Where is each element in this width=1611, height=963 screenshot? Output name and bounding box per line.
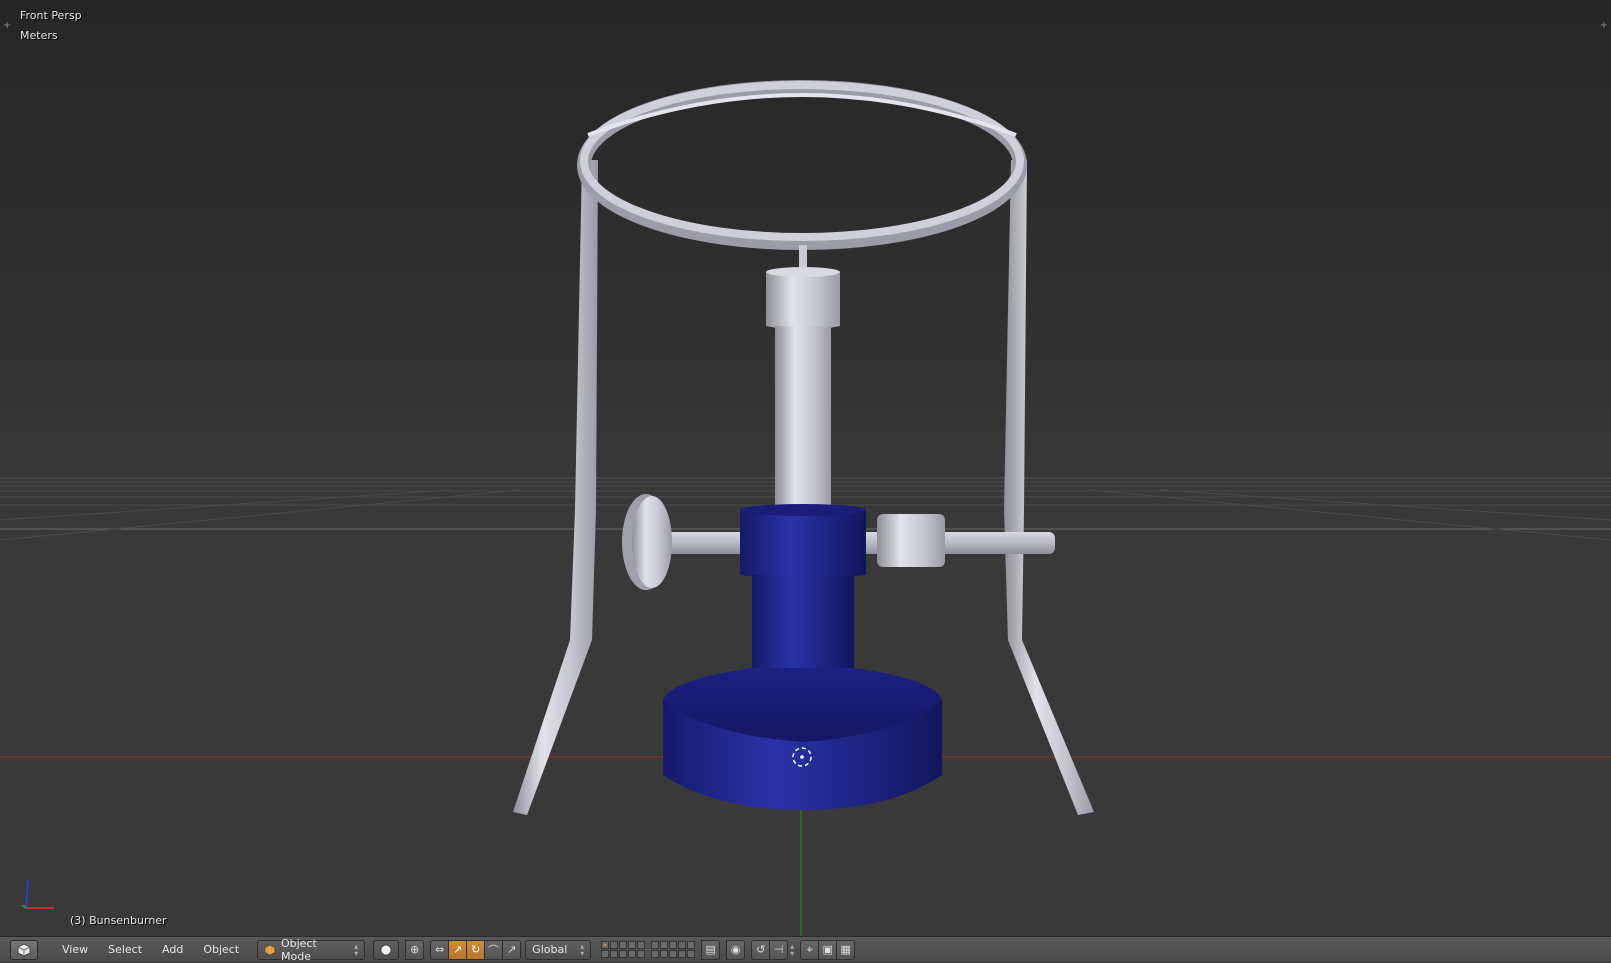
transform-orientation-button[interactable]: ↗	[502, 939, 522, 960]
scale-icon: ⌒	[488, 943, 500, 957]
layer-button[interactable]	[628, 950, 637, 958]
layer-button[interactable]	[628, 941, 637, 949]
scale-manipulator-button[interactable]: ⌒	[484, 939, 504, 960]
lock-icon: ▤	[705, 943, 716, 956]
proportional-editing-button[interactable]: ◉	[726, 939, 746, 960]
manipulator-icon: ⇔	[435, 943, 445, 956]
proportional-group: ◉	[726, 939, 746, 960]
manipulator-toggle-button[interactable]: ⇔	[430, 939, 450, 960]
region-expand-icon-left[interactable]: +	[3, 20, 11, 31]
rotate-icon: ↻	[471, 943, 481, 956]
transform-orientation-dropdown[interactable]: Global ▴ ▾	[525, 939, 592, 960]
pivot-point-button[interactable]: ⊕	[405, 939, 425, 960]
snap-target-button[interactable]: ⌖	[800, 939, 820, 960]
layer-button[interactable]	[660, 950, 669, 958]
layer-button[interactable]	[651, 950, 660, 958]
region-expand-icon-right[interactable]: +	[1600, 20, 1608, 31]
translate-manipulator-button[interactable]: ↗	[448, 939, 468, 960]
pivot-icon: ⊕	[410, 943, 420, 956]
view-name-label: Front Persp	[20, 9, 82, 22]
layer-button[interactable]	[610, 941, 619, 949]
layer-button[interactable]	[669, 950, 678, 958]
layer-button[interactable]	[678, 950, 687, 958]
snap-icon: ↺	[756, 943, 766, 956]
active-object-label: (3) Bunsenburner	[70, 914, 167, 927]
interaction-mode-dropdown[interactable]: Object Mode ▴ ▾	[257, 936, 366, 963]
layer-button[interactable]	[651, 941, 660, 949]
dropdown-arrows-icon: ▴ ▾	[354, 941, 359, 958]
snap-group: ↺ ⊣	[751, 939, 789, 960]
target-icon: ⌖	[806, 942, 813, 956]
mode-label: Object Mode	[280, 936, 317, 963]
camera-icon: ▣	[822, 943, 833, 956]
layer-button[interactable]	[637, 941, 646, 949]
scene-render[interactable]	[0, 0, 1611, 936]
pivot-group: ⊕	[405, 939, 425, 960]
layer-button[interactable]	[687, 941, 696, 949]
axis-gizmo-icon	[21, 879, 54, 909]
3d-viewport[interactable]: Front Persp Meters + + (3) Bunsenburner	[0, 0, 1611, 936]
dropdown-arrows-icon: ▴ ▾	[580, 941, 585, 958]
tools-group: ▤	[701, 939, 721, 960]
layer-grid-b[interactable]	[651, 941, 696, 958]
layer-grid-a[interactable]	[601, 941, 646, 958]
orientation-label: Global	[532, 943, 568, 956]
dropdown-arrows-icon: ▴ ▾	[790, 941, 795, 958]
cube-icon	[264, 944, 276, 955]
opengl-render-button[interactable]: ▣	[818, 939, 838, 960]
layer-button[interactable]	[660, 941, 669, 949]
layer-button[interactable]	[601, 950, 610, 958]
translate-icon: ↗	[453, 943, 463, 956]
render-group: ⌖ ▣ ▦	[800, 939, 856, 960]
snap-element-button[interactable]: ⊣	[769, 939, 789, 960]
select-menu[interactable]: Select	[98, 940, 152, 960]
unit-system-label: Meters	[20, 29, 58, 42]
viewport-header: View Select Add Object Object Mode ▴ ▾ ⊕ …	[0, 936, 1611, 963]
lock-camera-button[interactable]: ▤	[701, 939, 721, 960]
layer-button[interactable]	[610, 950, 619, 958]
layer-button[interactable]	[637, 950, 646, 958]
layer-button[interactable]	[601, 941, 610, 949]
layer-button[interactable]	[678, 941, 687, 949]
editor-type-button[interactable]	[10, 939, 38, 960]
solid-shading-icon	[380, 944, 392, 955]
viewport-shading-dropdown[interactable]	[373, 939, 400, 960]
view-menu[interactable]: View	[52, 940, 98, 960]
layer-button[interactable]	[619, 941, 628, 949]
layer-button[interactable]	[669, 941, 678, 949]
snap-toggle-button[interactable]: ↺	[751, 939, 771, 960]
opengl-animation-button[interactable]: ▦	[836, 939, 856, 960]
add-menu[interactable]: Add	[152, 940, 193, 960]
proportional-icon: ◉	[730, 943, 741, 956]
3d-view-icon	[17, 943, 31, 956]
layer-button[interactable]	[619, 950, 628, 958]
rotate-manipulator-button[interactable]: ↻	[466, 939, 486, 960]
burner-tube[interactable]	[766, 245, 840, 511]
layer-button[interactable]	[687, 950, 696, 958]
snap-element-icon: ⊣	[773, 943, 784, 956]
manipulator-group: ⇔ ↗ ↻ ⌒ ↗	[430, 939, 522, 960]
clapper-icon: ▦	[840, 943, 851, 956]
object-menu[interactable]: Object	[193, 940, 249, 960]
orientation-icon: ↗	[507, 943, 517, 956]
